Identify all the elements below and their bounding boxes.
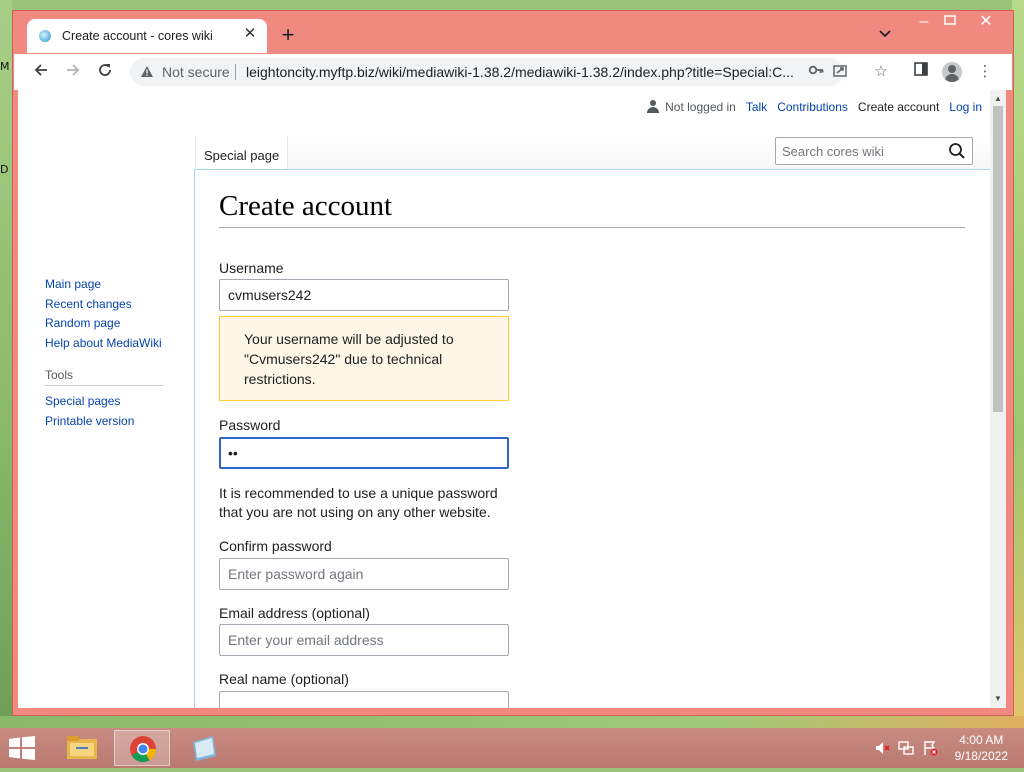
share-icon[interactable] xyxy=(830,63,850,81)
action-center-flag-icon[interactable] xyxy=(922,740,938,756)
maximize-window-button[interactable] xyxy=(933,11,967,35)
browser-menu-icon[interactable]: ⋮ xyxy=(974,61,996,83)
realname-field[interactable] xyxy=(219,691,509,708)
sidebar-item-random-page[interactable]: Random page xyxy=(45,314,162,334)
new-tab-button[interactable]: + xyxy=(277,24,299,47)
title-divider xyxy=(219,227,965,228)
email-label: Email address (optional) xyxy=(219,605,370,621)
url-text[interactable]: leightoncity.myftp.biz/wiki/mediawiki-1.… xyxy=(246,64,801,80)
bookmark-star-icon[interactable]: ☆ xyxy=(870,61,892,83)
scrollbar-thumb[interactable] xyxy=(993,106,1003,412)
username-notice: Your username will be adjusted to "Cvmus… xyxy=(219,316,509,401)
sidebar-navigation: Main page Recent changes Random page Hel… xyxy=(45,275,162,353)
back-arrow-icon[interactable] xyxy=(30,61,52,83)
tab-search-chevron-icon[interactable] xyxy=(875,27,895,47)
contributions-link[interactable]: Contributions xyxy=(777,100,848,114)
login-link[interactable]: Log in xyxy=(949,100,982,114)
search-icon[interactable] xyxy=(948,142,966,160)
key-icon[interactable] xyxy=(806,63,826,81)
side-panel-icon[interactable] xyxy=(910,61,932,83)
warning-triangle-icon[interactable] xyxy=(140,65,154,83)
clock-date: 9/18/2022 xyxy=(954,749,1008,763)
talk-link[interactable]: Talk xyxy=(746,100,767,114)
email-field[interactable]: Enter your email address xyxy=(219,624,509,656)
desktop-background-bottom xyxy=(0,716,1024,728)
sidebar-tools: Tools Special pages Printable version xyxy=(45,368,163,431)
sidebar-divider xyxy=(45,385,163,386)
notepad-taskbar-icon[interactable] xyxy=(176,730,232,766)
desktop-icon-label[interactable]: D xyxy=(0,163,8,176)
clock-time: 4:00 AM xyxy=(959,733,1004,747)
tab-special-page[interactable]: Special page xyxy=(195,136,289,170)
page-title: Create account xyxy=(219,190,393,222)
user-icon xyxy=(647,100,660,114)
browser-tab-active[interactable]: Create account - cores wiki ✕ xyxy=(27,19,267,53)
security-status-label[interactable]: Not secure xyxy=(162,64,230,80)
not-logged-in-text: Not logged in xyxy=(665,100,736,114)
search-placeholder: Search cores wiki xyxy=(782,144,884,159)
file-explorer-icon[interactable] xyxy=(54,730,110,766)
sidebar-item-special-pages[interactable]: Special pages xyxy=(45,392,163,412)
tab-title: Create account - cores wiki xyxy=(62,29,213,43)
email-placeholder: Enter your email address xyxy=(228,632,384,648)
windows-start-icon[interactable] xyxy=(8,736,38,760)
confirm-password-placeholder: Enter password again xyxy=(228,566,364,582)
desktop-background-left xyxy=(0,0,12,728)
close-tab-icon[interactable]: ✕ xyxy=(241,25,259,43)
system-clock[interactable]: 4:00 AM 9/18/2022 xyxy=(955,732,1008,764)
password-label: Password xyxy=(219,417,281,433)
password-help-text: It is recommended to use a unique passwo… xyxy=(219,485,498,520)
username-field[interactable]: cvmusers242 xyxy=(219,279,509,311)
scroll-up-icon[interactable]: ▲ xyxy=(990,92,1006,106)
search-input[interactable]: Search cores wiki xyxy=(775,137,973,165)
desktop-icon-label[interactable]: M xyxy=(0,60,10,73)
network-icon[interactable] xyxy=(898,740,914,756)
browser-toolbar: Not secure leightoncity.myftp.biz/wiki/m… xyxy=(14,54,1012,90)
wiki-favicon-icon xyxy=(39,30,51,42)
sidebar-item-main-page[interactable]: Main page xyxy=(45,275,162,295)
sidebar-item-printable-version[interactable]: Printable version xyxy=(45,412,163,432)
scroll-down-icon[interactable]: ▼ xyxy=(990,692,1006,706)
create-account-link[interactable]: Create account xyxy=(858,100,939,114)
chrome-taskbar-icon[interactable] xyxy=(114,730,170,766)
omnibox-divider xyxy=(235,64,236,80)
username-label: Username xyxy=(219,260,284,276)
page-scrollbar[interactable]: ▲ ▼ xyxy=(990,90,1006,708)
volume-muted-icon[interactable] xyxy=(874,740,890,756)
close-window-button[interactable]: ✕ xyxy=(969,11,1003,35)
sidebar-tools-heading: Tools xyxy=(45,368,74,382)
personal-tools: Not logged in Talk Contributions Create … xyxy=(647,100,982,114)
forward-arrow-icon[interactable] xyxy=(62,61,84,83)
address-bar[interactable]: Not secure leightoncity.myftp.biz/wiki/m… xyxy=(130,58,847,86)
taskbar: 4:00 AM 9/18/2022 xyxy=(0,728,1024,768)
reload-icon[interactable] xyxy=(94,61,116,83)
sidebar-item-recent-changes[interactable]: Recent changes xyxy=(45,295,162,315)
confirm-password-label: Confirm password xyxy=(219,538,332,554)
page-viewport: Not logged in Talk Contributions Create … xyxy=(18,90,990,708)
password-field[interactable]: •• xyxy=(219,437,509,469)
confirm-password-field[interactable]: Enter password again xyxy=(219,558,509,590)
sidebar-item-help[interactable]: Help about MediaWiki xyxy=(45,334,162,354)
realname-label: Real name (optional) xyxy=(219,671,349,687)
profile-avatar-icon[interactable] xyxy=(942,62,962,82)
tab-strip: Create account - cores wiki ✕ + – ✕ xyxy=(13,11,1013,53)
